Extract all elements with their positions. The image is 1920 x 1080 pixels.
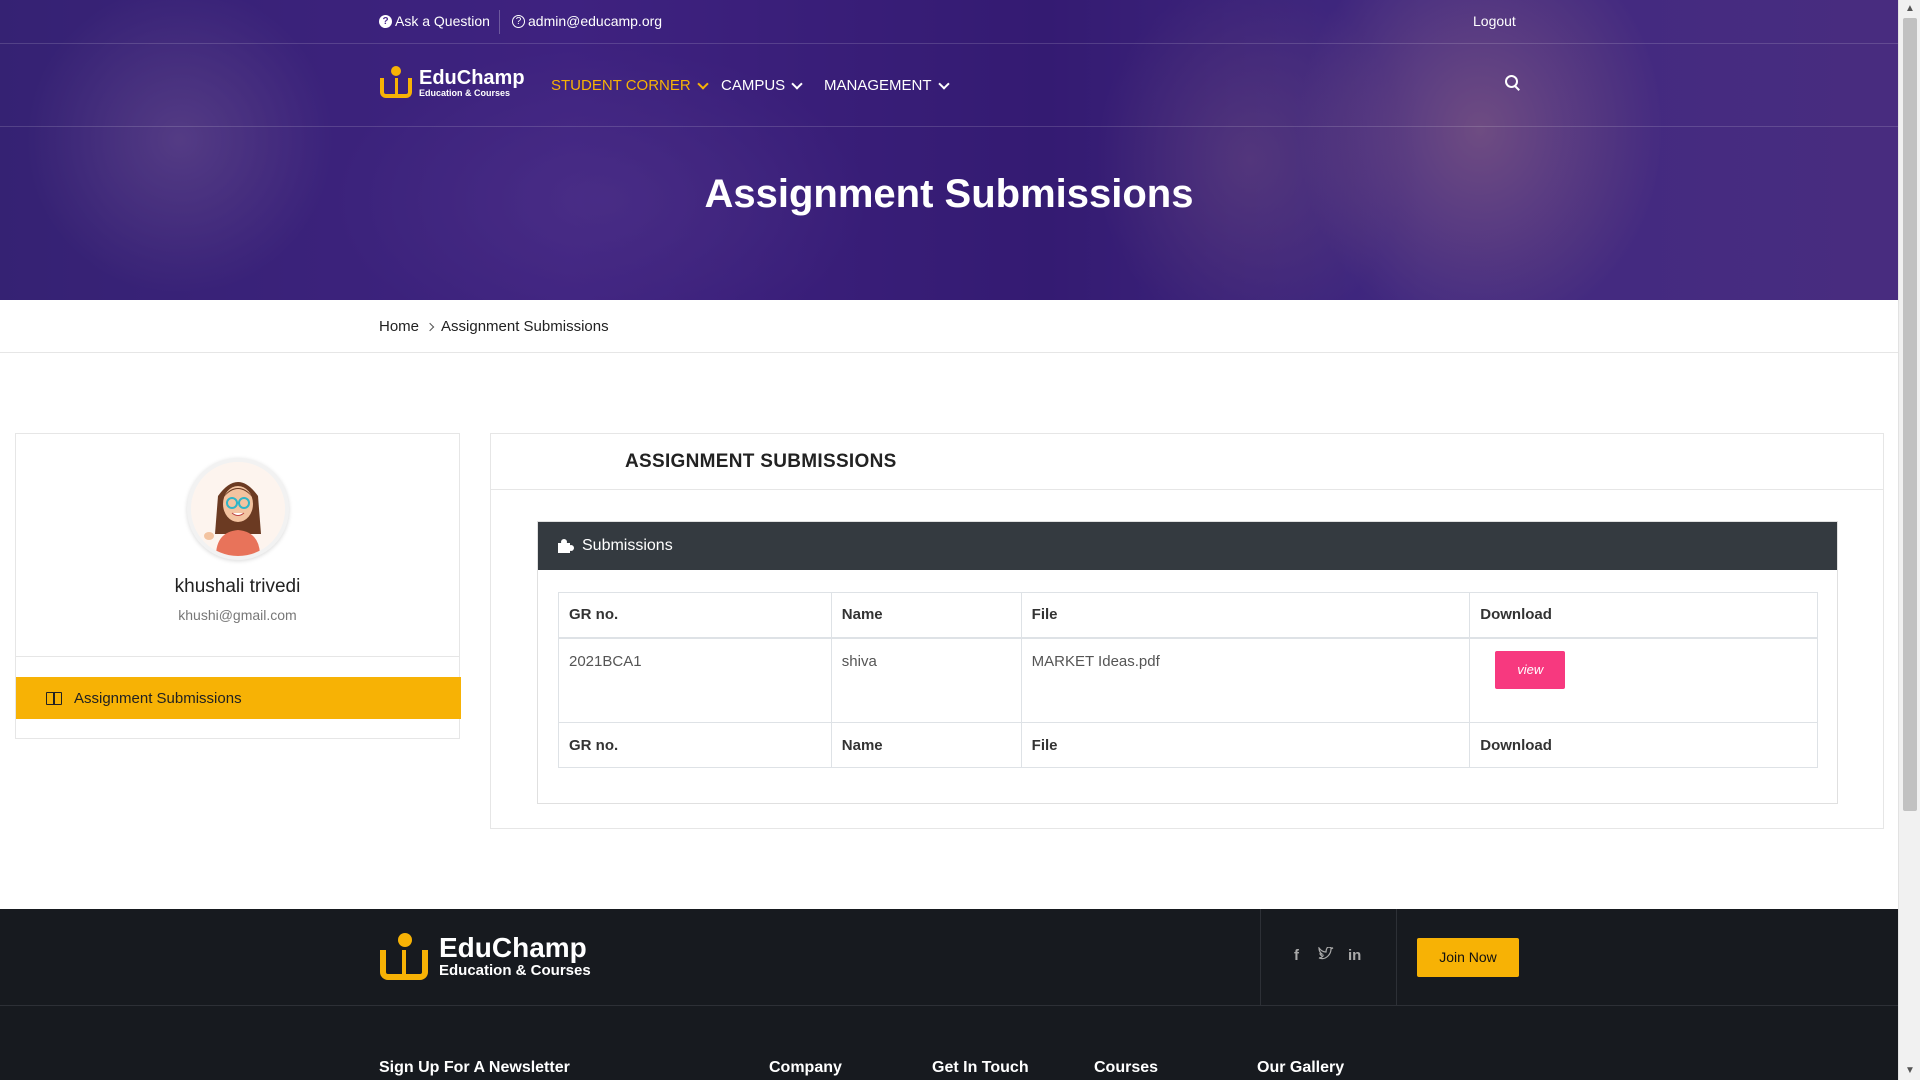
footer-heading-get-in-touch: Get In Touch (932, 1059, 1029, 1076)
cell-gr-no: 2021BCA1 (558, 637, 832, 723)
footer-divider (1260, 909, 1261, 1006)
cell-name: shiva (830, 637, 1022, 723)
search-icon[interactable] (1505, 75, 1519, 89)
chevron-right-icon (425, 322, 435, 331)
footer-logo[interactable]: EduChamp Education & Courses (379, 933, 591, 981)
footer-brand-name: EduChamp (439, 932, 587, 963)
topbar-divider (499, 10, 500, 34)
ask-question-link[interactable]: ? Ask a Question (379, 13, 490, 29)
sidebar-item-label: Assignment Submissions (74, 689, 242, 707)
sidebar-item-assignment-submissions[interactable]: Assignment Submissions (16, 677, 461, 719)
scroll-down-arrow-icon[interactable]: ▼ (1899, 1062, 1920, 1080)
column-footer-gr-no: GR no. (558, 722, 832, 768)
submissions-table: GR no. Name File Download 2021BCA1 shiva… (558, 592, 1818, 768)
cell-download: view (1469, 637, 1818, 723)
nav-management-label: MANAGEMENT (824, 77, 932, 94)
breadcrumb-current: Assignment Submissions (441, 318, 609, 335)
footer-heading-newsletter: Sign Up For A Newsletter (379, 1059, 570, 1076)
hero-banner: ? Ask a Question ? admin@educamp.org Log… (0, 0, 1898, 300)
page-scrollbar[interactable]: ▲ ▼ (1898, 0, 1920, 1080)
table-footer-row: GR no. Name File Download (558, 722, 1818, 768)
email-label: admin@educamp.org (528, 13, 663, 29)
profile-divider (16, 656, 459, 657)
logout-link[interactable]: Logout (1473, 13, 1516, 29)
column-header-gr-no: GR no. (558, 592, 832, 639)
brand-name: EduChamp (419, 66, 525, 89)
linkedin-icon[interactable]: in (1348, 947, 1361, 964)
nav-campus[interactable]: CAMPUS (721, 77, 803, 94)
chevron-down-icon (937, 77, 950, 90)
chevron-down-icon (791, 77, 803, 90)
section-title: ASSIGNMENT SUBMISSIONS (625, 451, 897, 472)
nav-student-corner-label: STUDENT CORNER (551, 77, 691, 94)
content-header: ASSIGNMENT SUBMISSIONS (491, 434, 1883, 490)
view-button[interactable]: view (1495, 650, 1566, 689)
column-footer-file: File (1020, 722, 1471, 768)
column-footer-name: Name (830, 722, 1022, 768)
educhamp-logo-icon (379, 66, 413, 100)
nav-student-corner[interactable]: STUDENT CORNER (551, 77, 709, 94)
scrollbar-thumb[interactable] (1903, 18, 1917, 811)
scroll-up-arrow-icon[interactable]: ▲ (1899, 0, 1920, 18)
avatar-illustration (191, 462, 285, 556)
footer-heading-courses: Courses (1094, 1059, 1159, 1076)
site-logo[interactable]: EduChamp Education & Courses (379, 66, 525, 100)
breadcrumb: Home Assignment Submissions (379, 318, 609, 335)
column-header-file: File (1020, 592, 1471, 639)
column-footer-download: Download (1469, 722, 1818, 768)
table-row: 2021BCA1 shiva MARKET Ideas.pdf view (558, 637, 1818, 723)
facebook-icon[interactable]: f (1294, 947, 1299, 964)
table-header-row: GR no. Name File Download (558, 592, 1818, 639)
submissions-panel: Submissions GR no. Name File Download 20… (537, 521, 1838, 804)
footer-heading-gallery: Our Gallery (1257, 1059, 1345, 1076)
profile-email: khushi@gmail.com (178, 607, 297, 623)
breadcrumb-bar: Home Assignment Submissions (0, 300, 1898, 353)
ask-question-label: Ask a Question (395, 13, 490, 29)
puzzle-piece-icon (558, 539, 574, 553)
footer-divider (1396, 909, 1397, 1006)
footer-top: EduChamp Education & Courses f in Join N… (0, 909, 1898, 1006)
brand-tagline: Education & Courses (419, 87, 511, 98)
chevron-down-icon (697, 77, 709, 90)
nav-management[interactable]: MANAGEMENT (824, 77, 950, 94)
profile-name: khushali trivedi (174, 576, 301, 597)
profile-card: khushali trivedi khushi@gmail.com Assign… (15, 433, 461, 739)
join-now-button[interactable]: Join Now (1417, 938, 1519, 977)
panel-title: Submissions (582, 537, 673, 554)
twitter-icon[interactable] (1318, 946, 1334, 964)
book-open-icon (46, 692, 62, 705)
email-link[interactable]: ? admin@educamp.org (512, 13, 662, 29)
site-footer: EduChamp Education & Courses f in Join N… (0, 909, 1898, 1080)
main-content-card: ASSIGNMENT SUBMISSIONS Submissions GR no… (490, 433, 1884, 829)
footer-heading-company: Company (769, 1059, 842, 1076)
question-outline-icon: ? (512, 14, 525, 28)
column-header-name: Name (830, 592, 1022, 639)
footer-brand-tagline: Education & Courses (439, 962, 591, 979)
logout-label: Logout (1473, 13, 1516, 29)
breadcrumb-home[interactable]: Home (379, 318, 419, 335)
page-title: Assignment Submissions (704, 172, 1194, 216)
column-header-download: Download (1469, 592, 1818, 639)
nav-campus-label: CAMPUS (721, 77, 786, 94)
educhamp-logo-icon (379, 933, 429, 981)
panel-header: Submissions (538, 522, 1837, 570)
main-navbar: EduChamp Education & Courses STUDENT COR… (0, 44, 1898, 127)
avatar (187, 458, 289, 560)
question-circle-icon: ? (379, 14, 392, 28)
top-bar: ? Ask a Question ? admin@educamp.org Log… (0, 0, 1898, 44)
cell-file: MARKET Ideas.pdf (1020, 637, 1471, 723)
